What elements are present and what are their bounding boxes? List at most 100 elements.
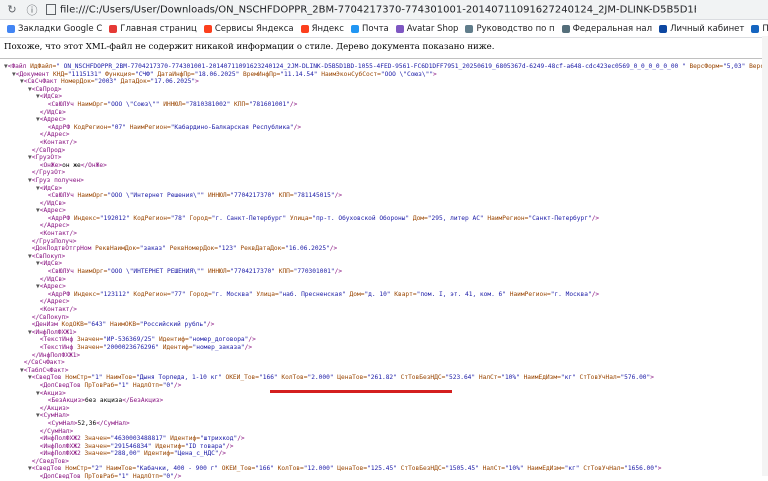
xml-line: </ГрузОт> xyxy=(0,169,768,177)
xml-attr-value: "2000023676296" xyxy=(103,343,159,351)
xml-attr-value: "Кабачки, 400 - 900 г" xyxy=(136,465,219,473)
xml-line: <АдрРФ Индекс="123112" КодРегион="77" Го… xyxy=(0,291,768,299)
bookmark-item[interactable]: Сервисы Яндекса xyxy=(203,23,294,34)
xml-attr-name: Дом= xyxy=(409,214,428,222)
scrollbar[interactable] xyxy=(762,36,768,476)
xml-attr-value: "291546834" xyxy=(110,442,152,450)
xml-attr-value: "наб. Пресненская" xyxy=(278,290,346,298)
xml-line: <ДопСведТов ПрТовРаб="1" НадлОтп="0"/> xyxy=(0,473,768,481)
xml-attr-name: Значен= xyxy=(77,336,104,344)
xml-attr-name: Идентиф= xyxy=(158,343,193,351)
xml-attr-name: ПрТовРаб= xyxy=(84,381,118,389)
xml-attr-name: КодРегион= xyxy=(129,214,171,222)
bookmark-label: Сервисы Яндекса xyxy=(214,23,294,34)
xml-line: ▼<ИдСв> xyxy=(0,185,768,193)
xml-attr-value: "16.06.2025" xyxy=(285,245,330,253)
xml-line: <СумНал>52,36</СумНал> xyxy=(0,420,768,428)
bookmark-favicon-icon xyxy=(395,24,404,33)
xml-tag: </Адрес> xyxy=(39,131,70,139)
xml-attr-name: НомСтр= xyxy=(65,374,92,382)
bookmark-item[interactable]: Яндекс xyxy=(300,24,344,34)
xml-line: </СумНал> xyxy=(0,428,768,436)
xml-line: <Контакт/> xyxy=(0,139,768,147)
xml-attr-name: РеквДатаДок= xyxy=(236,245,286,253)
bookmark-favicon-icon xyxy=(7,24,15,33)
xml-line: <СвЮЛУч НаимОрг="ООО \"ИНТЕРНЕТ РЕШЕНИЯ\… xyxy=(0,268,768,276)
bookmark-item[interactable]: Закладки Google C xyxy=(7,24,102,34)
xml-tag: <ДопСведТов xyxy=(39,381,85,389)
xml-line: <АдрРФ КодРегион="07" НаимРегион="Кабард… xyxy=(0,124,768,132)
bookmark-item[interactable]: Портал государс xyxy=(751,24,768,34)
xml-line: <Контакт/> xyxy=(0,230,768,238)
xml-attr-value: "номер_заказа" xyxy=(192,343,245,351)
xml-tag: <ГрузОт> xyxy=(31,154,62,162)
xml-attr-value: "123" xyxy=(218,245,237,253)
xml-line: </Адрес> xyxy=(0,298,768,306)
xml-line: <ОнЖе>он же</ОнЖе> xyxy=(0,162,768,170)
xml-tag: /> xyxy=(244,343,253,351)
xml-attr-name: НаимЕдИзм= xyxy=(519,374,561,382)
bookmark-item[interactable]: Avatar Shop xyxy=(395,24,458,34)
xml-attr-value: "Санкт-Петербург" xyxy=(528,214,592,222)
bookmark-favicon-icon xyxy=(465,24,474,33)
xml-attr-name: Индекс= xyxy=(73,214,100,222)
xml-attr-value: " ON_NSCHFDOPPR_2BM-7704217370-774301001… xyxy=(56,63,686,70)
info-icon[interactable]: ⓘ xyxy=(24,2,40,18)
bookmark-item[interactable]: Руководство по п xyxy=(465,23,555,34)
xml-attr-name: НадлОтп= xyxy=(129,473,163,481)
xml-attr-name: НадлОтп= xyxy=(129,381,163,389)
xml-line: </СвПокуп> xyxy=(0,314,768,322)
xml-attr-name: КодРегион= xyxy=(73,123,112,131)
xml-attr-name: НаимЭконСубСост= xyxy=(317,70,381,78)
xml-tag: <ТаблСчФакт> xyxy=(23,366,69,374)
xml-attr-value: "кг" xyxy=(564,465,580,473)
xml-attr-value: "СЧФ" xyxy=(134,70,154,78)
bookmark-label: Главная страниц xyxy=(120,23,197,34)
xml-tag: </Адрес> xyxy=(39,298,70,306)
xml-tag: <АдрРФ xyxy=(47,123,74,131)
xml-line: ▼<Файл ИдФайл=" ON_NSCHFDOPPR_2BM-770421… xyxy=(0,63,768,71)
bookmark-item[interactable]: Федеральная нал xyxy=(561,24,652,34)
xml-tag: <БезАкциз> xyxy=(47,397,85,405)
xml-attr-name: НаимОрг= xyxy=(77,100,108,108)
xml-attr-value: "7704217370" xyxy=(230,192,275,200)
xml-attr-value: "7810381002" xyxy=(185,100,231,108)
red-underline-annotation xyxy=(270,390,452,393)
xml-tag: > xyxy=(195,78,199,86)
bookmark-item[interactable]: Главная страниц xyxy=(109,24,197,34)
xml-attr-name: СтТовУчНал= xyxy=(579,465,625,473)
file-icon xyxy=(46,3,56,15)
xml-tag: </ИдСв> xyxy=(39,108,66,116)
xml-attr-name: НаимОКВ= xyxy=(106,321,140,329)
xml-tag: </ОнЖе> xyxy=(80,161,107,169)
xml-tag: <ИдСв> xyxy=(39,260,63,268)
xml-attr-value: "ООО \"Интернет Решения\"" xyxy=(107,192,205,200)
xml-tag: <ДенИзм xyxy=(31,321,62,329)
xml-line: <АдрРФ Индекс="192012" КодРегион="78" Го… xyxy=(0,215,768,223)
bookmark-label: Руководство по п xyxy=(476,23,555,34)
url-field[interactable]: file:///C:/Users/User/Downloads/ON_NSCHF… xyxy=(46,3,696,15)
xml-attr-value: "123112" xyxy=(99,290,130,298)
xml-attr-value: "ИР-536369/25" xyxy=(103,336,156,344)
bookmark-favicon-icon xyxy=(561,24,570,33)
xml-tag: <ИнфПолФХЖ2 xyxy=(39,450,85,458)
bookmark-item[interactable]: Личный кабинет xyxy=(659,24,744,34)
xml-attr-name: Идентиф= xyxy=(166,435,200,443)
xml-tag: /> xyxy=(334,192,343,200)
xml-attr-name: ЦенаТов= xyxy=(333,465,368,473)
xml-attr-name: ОКЕИ_Тов= xyxy=(221,374,260,382)
xml-tag: <ОнЖе> xyxy=(39,161,63,169)
xml-line: ▼<Адрес> xyxy=(0,207,768,215)
xml-tag: /> xyxy=(289,100,298,108)
xml-attr-name: Значен= xyxy=(84,442,111,450)
xml-line: ▼<ГрузОт> xyxy=(0,154,768,162)
xml-attr-name: Идентиф= xyxy=(155,336,189,344)
xml-attr-name: НаимТов= xyxy=(102,374,137,382)
xml-attr-name: НомерДок= xyxy=(61,78,95,86)
xml-tag: </Акциз> xyxy=(39,404,70,412)
xml-attr-name: Значен= xyxy=(84,450,111,458)
xml-line: </ИнфПолФХЖ1> xyxy=(0,352,768,360)
bookmark-item[interactable]: Почта xyxy=(350,24,389,34)
reload-icon[interactable]: ↻ xyxy=(4,2,20,18)
bookmark-favicon-icon xyxy=(751,24,760,33)
